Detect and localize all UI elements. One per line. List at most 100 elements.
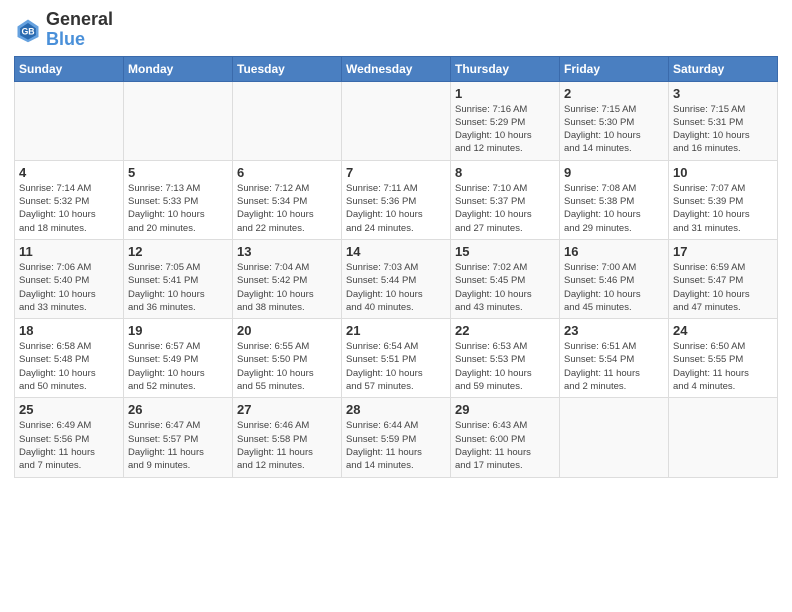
- day-info: Sunrise: 6:51 AM Sunset: 5:54 PM Dayligh…: [564, 340, 664, 393]
- day-info: Sunrise: 6:46 AM Sunset: 5:58 PM Dayligh…: [237, 419, 337, 472]
- day-number: 21: [346, 323, 446, 338]
- day-info: Sunrise: 6:53 AM Sunset: 5:53 PM Dayligh…: [455, 340, 555, 393]
- day-info: Sunrise: 7:10 AM Sunset: 5:37 PM Dayligh…: [455, 182, 555, 235]
- calendar-cell: 2 Sunrise: 7:15 AM Sunset: 5:30 PM Daylig…: [560, 81, 669, 160]
- calendar-cell: 1 Sunrise: 7:16 AM Sunset: 5:29 PM Daylig…: [451, 81, 560, 160]
- day-number: 10: [673, 165, 773, 180]
- day-info: Sunrise: 6:57 AM Sunset: 5:49 PM Dayligh…: [128, 340, 228, 393]
- day-info: Sunrise: 7:04 AM Sunset: 5:42 PM Dayligh…: [237, 261, 337, 314]
- day-number: 18: [19, 323, 119, 338]
- day-number: 11: [19, 244, 119, 259]
- calendar-cell: [124, 81, 233, 160]
- calendar-cell: 22 Sunrise: 6:53 AM Sunset: 5:53 PM Dayli…: [451, 319, 560, 398]
- week-row-1: 1 Sunrise: 7:16 AM Sunset: 5:29 PM Daylig…: [15, 81, 778, 160]
- day-number: 15: [455, 244, 555, 259]
- day-number: 9: [564, 165, 664, 180]
- calendar-cell: 27Sunrise: 6:46 AM Sunset: 5:58 PM Dayli…: [233, 398, 342, 477]
- weekday-header-monday: Monday: [124, 56, 233, 81]
- day-number: 26: [128, 402, 228, 417]
- day-number: 4: [19, 165, 119, 180]
- day-number: 22: [455, 323, 555, 338]
- calendar-cell: [669, 398, 778, 477]
- weekday-header-friday: Friday: [560, 56, 669, 81]
- day-number: 28: [346, 402, 446, 417]
- day-info: Sunrise: 7:15 AM Sunset: 5:30 PM Dayligh…: [564, 103, 664, 156]
- week-row-3: 11 Sunrise: 7:06 AM Sunset: 5:40 PM Dayli…: [15, 239, 778, 318]
- day-info: Sunrise: 6:47 AM Sunset: 5:57 PM Dayligh…: [128, 419, 228, 472]
- day-number: 14: [346, 244, 446, 259]
- day-info: Sunrise: 6:50 AM Sunset: 5:55 PM Dayligh…: [673, 340, 773, 393]
- calendar-cell: 8 Sunrise: 7:10 AM Sunset: 5:37 PM Daylig…: [451, 160, 560, 239]
- day-info: Sunrise: 7:13 AM Sunset: 5:33 PM Dayligh…: [128, 182, 228, 235]
- day-info: Sunrise: 7:05 AM Sunset: 5:41 PM Dayligh…: [128, 261, 228, 314]
- day-info: Sunrise: 6:54 AM Sunset: 5:51 PM Dayligh…: [346, 340, 446, 393]
- day-info: Sunrise: 7:11 AM Sunset: 5:36 PM Dayligh…: [346, 182, 446, 235]
- calendar-cell: 14 Sunrise: 7:03 AM Sunset: 5:44 PM Dayli…: [342, 239, 451, 318]
- week-row-5: 25Sunrise: 6:49 AM Sunset: 5:56 PM Dayli…: [15, 398, 778, 477]
- day-number: 5: [128, 165, 228, 180]
- calendar-cell: 16 Sunrise: 7:00 AM Sunset: 5:46 PM Dayli…: [560, 239, 669, 318]
- calendar-cell: 28Sunrise: 6:44 AM Sunset: 5:59 PM Dayli…: [342, 398, 451, 477]
- day-number: 13: [237, 244, 337, 259]
- logo-icon: GB: [14, 16, 42, 44]
- page-container: GB General Blue SundayMondayTuesdayWedne…: [0, 0, 792, 486]
- day-info: Sunrise: 6:49 AM Sunset: 5:56 PM Dayligh…: [19, 419, 119, 472]
- logo-text: General Blue: [46, 10, 113, 50]
- day-number: 16: [564, 244, 664, 259]
- day-info: Sunrise: 7:03 AM Sunset: 5:44 PM Dayligh…: [346, 261, 446, 314]
- day-info: Sunrise: 7:12 AM Sunset: 5:34 PM Dayligh…: [237, 182, 337, 235]
- day-number: 6: [237, 165, 337, 180]
- weekday-header-sunday: Sunday: [15, 56, 124, 81]
- day-number: 2: [564, 86, 664, 101]
- week-row-4: 18 Sunrise: 6:58 AM Sunset: 5:48 PM Dayli…: [15, 319, 778, 398]
- day-info: Sunrise: 7:06 AM Sunset: 5:40 PM Dayligh…: [19, 261, 119, 314]
- day-info: Sunrise: 7:14 AM Sunset: 5:32 PM Dayligh…: [19, 182, 119, 235]
- calendar-cell: 12 Sunrise: 7:05 AM Sunset: 5:41 PM Dayli…: [124, 239, 233, 318]
- calendar-cell: 21 Sunrise: 6:54 AM Sunset: 5:51 PM Dayli…: [342, 319, 451, 398]
- weekday-header-tuesday: Tuesday: [233, 56, 342, 81]
- day-info: Sunrise: 7:07 AM Sunset: 5:39 PM Dayligh…: [673, 182, 773, 235]
- day-info: Sunrise: 7:16 AM Sunset: 5:29 PM Dayligh…: [455, 103, 555, 156]
- day-number: 19: [128, 323, 228, 338]
- header: GB General Blue: [14, 10, 778, 50]
- weekday-header-wednesday: Wednesday: [342, 56, 451, 81]
- calendar-cell: 10 Sunrise: 7:07 AM Sunset: 5:39 PM Dayli…: [669, 160, 778, 239]
- calendar-cell: 13 Sunrise: 7:04 AM Sunset: 5:42 PM Dayli…: [233, 239, 342, 318]
- day-number: 29: [455, 402, 555, 417]
- calendar-cell: 17Sunrise: 6:59 AM Sunset: 5:47 PM Dayli…: [669, 239, 778, 318]
- calendar-cell: 15Sunrise: 7:02 AM Sunset: 5:45 PM Dayli…: [451, 239, 560, 318]
- day-number: 20: [237, 323, 337, 338]
- day-number: 24: [673, 323, 773, 338]
- day-number: 12: [128, 244, 228, 259]
- calendar-cell: 20Sunrise: 6:55 AM Sunset: 5:50 PM Dayli…: [233, 319, 342, 398]
- calendar-cell: [342, 81, 451, 160]
- calendar-cell: [15, 81, 124, 160]
- calendar-table: SundayMondayTuesdayWednesdayThursdayFrid…: [14, 56, 778, 478]
- calendar-cell: 11 Sunrise: 7:06 AM Sunset: 5:40 PM Dayli…: [15, 239, 124, 318]
- day-info: Sunrise: 7:00 AM Sunset: 5:46 PM Dayligh…: [564, 261, 664, 314]
- day-number: 1: [455, 86, 555, 101]
- day-info: Sunrise: 6:59 AM Sunset: 5:47 PM Dayligh…: [673, 261, 773, 314]
- day-info: Sunrise: 7:08 AM Sunset: 5:38 PM Dayligh…: [564, 182, 664, 235]
- day-info: Sunrise: 6:43 AM Sunset: 6:00 PM Dayligh…: [455, 419, 555, 472]
- weekday-header-saturday: Saturday: [669, 56, 778, 81]
- calendar-cell: 6 Sunrise: 7:12 AM Sunset: 5:34 PM Daylig…: [233, 160, 342, 239]
- day-info: Sunrise: 7:15 AM Sunset: 5:31 PM Dayligh…: [673, 103, 773, 156]
- logo: GB General Blue: [14, 10, 113, 50]
- weekday-header-row: SundayMondayTuesdayWednesdayThursdayFrid…: [15, 56, 778, 81]
- weekday-header-thursday: Thursday: [451, 56, 560, 81]
- calendar-cell: 9 Sunrise: 7:08 AM Sunset: 5:38 PM Daylig…: [560, 160, 669, 239]
- calendar-cell: 5 Sunrise: 7:13 AM Sunset: 5:33 PM Daylig…: [124, 160, 233, 239]
- week-row-2: 4 Sunrise: 7:14 AM Sunset: 5:32 PM Daylig…: [15, 160, 778, 239]
- day-number: 8: [455, 165, 555, 180]
- calendar-cell: [233, 81, 342, 160]
- svg-text:GB: GB: [21, 26, 34, 36]
- day-number: 3: [673, 86, 773, 101]
- day-number: 7: [346, 165, 446, 180]
- calendar-cell: 26 Sunrise: 6:47 AM Sunset: 5:57 PM Dayli…: [124, 398, 233, 477]
- calendar-cell: 3 Sunrise: 7:15 AM Sunset: 5:31 PM Daylig…: [669, 81, 778, 160]
- day-info: Sunrise: 6:58 AM Sunset: 5:48 PM Dayligh…: [19, 340, 119, 393]
- calendar-cell: [560, 398, 669, 477]
- calendar-cell: 7 Sunrise: 7:11 AM Sunset: 5:36 PM Daylig…: [342, 160, 451, 239]
- calendar-cell: 19 Sunrise: 6:57 AM Sunset: 5:49 PM Dayli…: [124, 319, 233, 398]
